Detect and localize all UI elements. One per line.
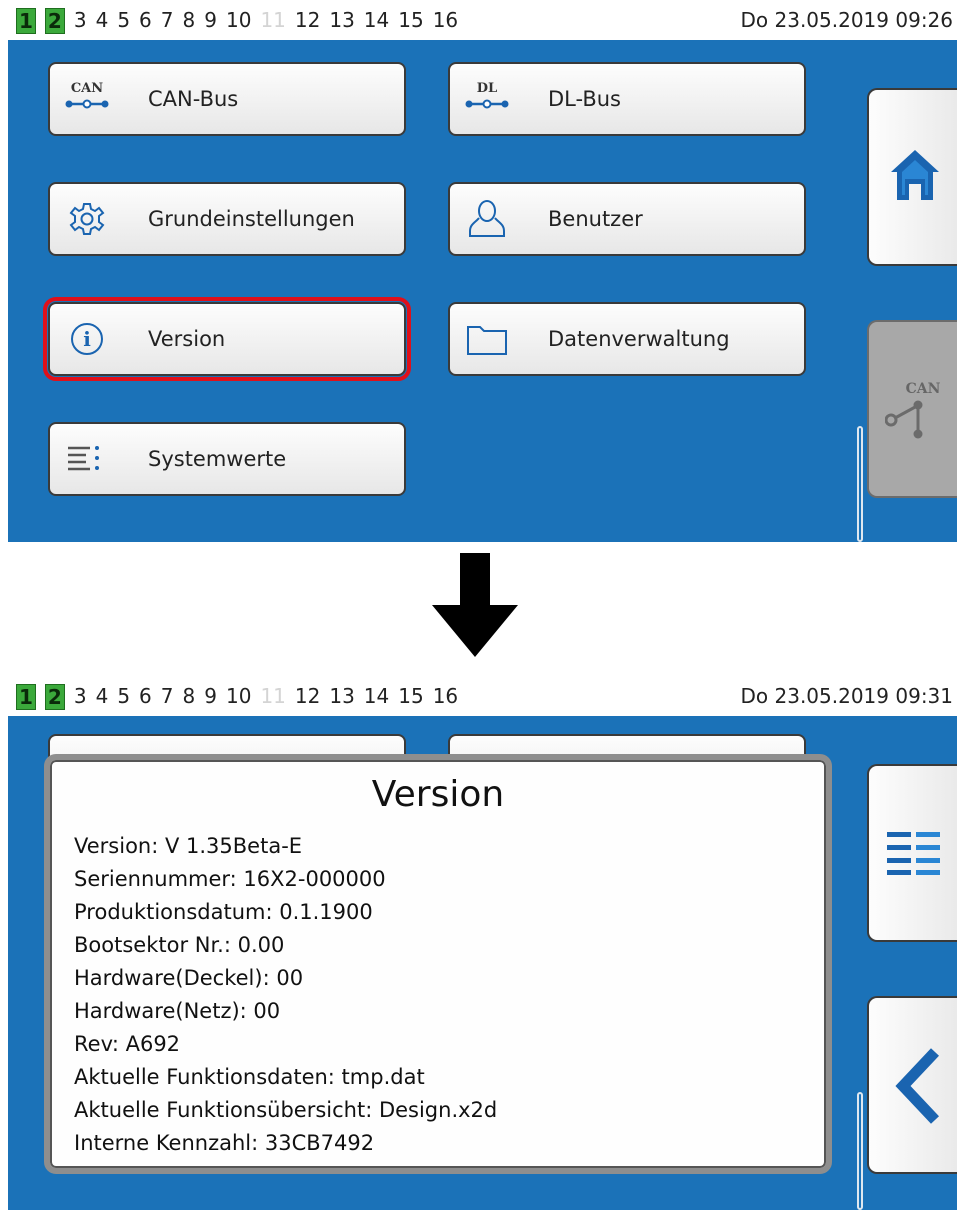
node-indicator[interactable]: 6 [139,684,152,710]
node-indicator[interactable]: 9 [204,8,217,34]
node-indicator[interactable]: 11 [260,684,285,710]
dl-bus-icon: DL [464,78,510,120]
node-indicator[interactable]: 13 [329,684,354,710]
info-line: Interne Kennzahl: 33CB7492 [74,1131,375,1155]
version-info-list: Version: V 1.35Beta-E Seriennummer: 16X2… [74,830,497,1160]
node-indicator[interactable]: 9 [204,684,217,710]
node-indicator[interactable]: 12 [295,684,320,710]
node-indicator[interactable]: 1 [16,8,36,34]
node-indicator[interactable]: 8 [183,8,196,34]
home-icon [889,144,941,208]
node-indicator[interactable]: 14 [364,684,389,710]
grundeinstellungen-label: Grundeinstellungen [148,207,355,231]
folder-icon [464,318,510,360]
node-indicator[interactable]: 10 [226,8,251,34]
grundeinstellungen-button[interactable]: Grundeinstellungen [48,182,406,256]
datenverwaltung-button[interactable]: Datenverwaltung [448,302,806,376]
systemwerte-button[interactable]: Systemwerte [48,422,406,496]
node-indicator[interactable]: 7 [161,684,174,710]
version-dialog-screen: Version Version: V 1.35Beta-E Seriennumm… [8,716,957,1210]
svg-text:DL: DL [477,81,497,96]
node-indicator[interactable]: 12 [295,8,320,34]
info-line: Version: V 1.35Beta-E [74,834,303,858]
date-time-display: Do 23.05.2019 09:26 [740,8,954,32]
node-indicator[interactable]: 14 [364,8,389,34]
can-bus-label: CAN-Bus [148,87,239,111]
dl-bus-label: DL-Bus [548,87,621,111]
back-button[interactable] [867,996,957,1174]
node-indicator[interactable]: 15 [398,684,423,710]
can-network-icon: CAN [884,378,945,452]
node-indicator[interactable]: 2 [44,684,65,710]
list-icon [64,438,110,480]
svg-text:CAN: CAN [71,81,103,96]
svg-text:i: i [83,327,91,351]
info-line: Hardware(Deckel): 00 [74,966,304,990]
version-label: Version [148,327,226,351]
settings-menu-screen: CAN CAN-Bus DL DL-Bus Grundeinstellungen… [8,40,957,542]
gear-icon [64,198,110,240]
home-button[interactable] [867,88,957,266]
can-bus-button[interactable]: CAN CAN-Bus [48,62,406,136]
benutzer-button[interactable]: Benutzer [448,182,806,256]
info-icon: i [64,318,110,360]
back-chevron-icon [895,1048,940,1128]
node-indicator[interactable]: 3 [74,8,87,34]
menu-button[interactable] [867,764,957,942]
node-indicator[interactable]: 15 [398,8,423,34]
dl-bus-button[interactable]: DL DL-Bus [448,62,806,136]
info-line: Seriennummer: 16X2-000000 [74,867,386,891]
node-indicator[interactable]: 3 [74,684,87,710]
node-indicator[interactable]: 7 [161,8,174,34]
systemwerte-label: Systemwerte [148,447,287,471]
node-indicator[interactable]: 1 [16,684,36,710]
down-arrow-icon [430,553,520,657]
svg-text:CAN: CAN [906,381,941,397]
status-bar-bottom: 1 2 3 4 5 6 7 8 9 10 11 12 13 14 15 16 Do 23.05.2019 09… [0,676,957,716]
datenverwaltung-label: Datenverwaltung [548,327,730,351]
node-indicator[interactable]: 5 [117,684,130,710]
benutzer-label: Benutzer [548,207,643,231]
node-indicator[interactable]: 4 [96,684,109,710]
node-indicator[interactable]: 16 [433,684,458,710]
status-bar-top: 1 2 3 4 5 6 7 8 9 10 11 12 13 14 15 16 Do 23.05.2019 09… [0,0,957,40]
node-indicator-list: 1 2 3 4 5 6 7 8 9 10 11 12 13 14 15 16 [16,8,458,34]
date-time-display: Do 23.05.2019 09:31 [740,684,954,708]
can-network-button[interactable]: CAN [867,320,957,498]
node-indicator[interactable]: 13 [329,8,354,34]
info-line: Aktuelle Funktionsübersicht: Design.x2d [74,1098,498,1122]
info-line: Rev: A692 [74,1032,181,1056]
info-line: Bootsektor Nr.: 0.00 [74,933,285,957]
menu-list-icon [887,830,941,880]
user-icon [464,198,510,240]
version-button[interactable]: i Version [43,297,411,381]
node-indicator[interactable]: 5 [117,8,130,34]
node-indicator[interactable]: 2 [44,8,65,34]
node-indicator-list: 1 2 3 4 5 6 7 8 9 10 11 12 13 14 15 16 [16,684,458,710]
node-indicator[interactable]: 8 [183,684,196,710]
info-line: Hardware(Netz): 00 [74,999,281,1023]
node-indicator[interactable]: 11 [260,8,285,34]
info-line: Aktuelle Funktionsdaten: tmp.dat [74,1065,425,1089]
node-indicator[interactable]: 6 [139,8,152,34]
scrollbar[interactable] [857,426,863,542]
dialog-title: Version [371,774,505,815]
node-indicator[interactable]: 16 [433,8,458,34]
version-dialog: Version Version: V 1.35Beta-E Seriennumm… [44,754,832,1174]
can-bus-icon: CAN [64,78,110,120]
node-indicator[interactable]: 4 [96,8,109,34]
info-line: Produktionsdatum: 0.1.1900 [74,900,373,924]
node-indicator[interactable]: 10 [226,684,251,710]
scrollbar[interactable] [857,1092,863,1210]
